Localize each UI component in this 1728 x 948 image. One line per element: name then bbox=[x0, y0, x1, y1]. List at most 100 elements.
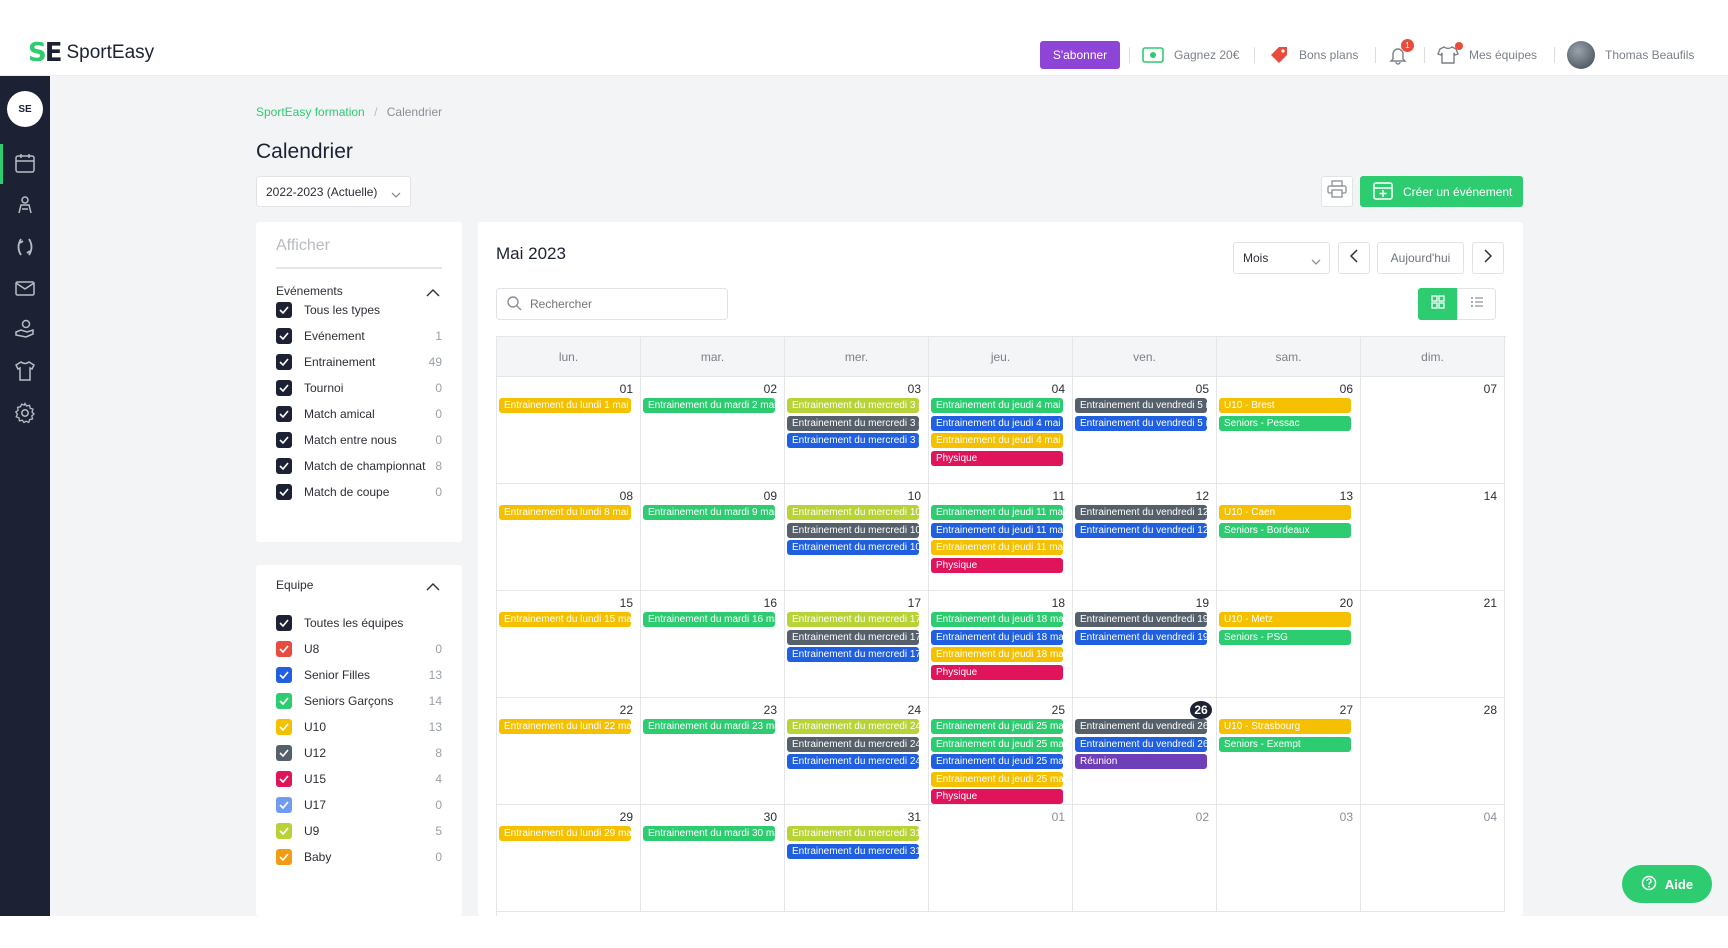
day-cell[interactable]: 17 Entrainement du mercredi 17 mai Entrain… bbox=[785, 591, 929, 698]
day-cell[interactable]: 02 Entrainement du mardi 2 mai bbox=[641, 377, 785, 484]
event-chip[interactable]: Physique bbox=[931, 664, 1063, 680]
view-mode-select[interactable]: Mois bbox=[1233, 242, 1330, 274]
day-cell[interactable]: 02 bbox=[1073, 805, 1217, 912]
event-chip[interactable]: Entrainement du mercredi 24 mai bbox=[787, 736, 919, 752]
list-view-toggle[interactable] bbox=[1457, 288, 1496, 320]
checkbox-checked-icon[interactable] bbox=[276, 641, 292, 657]
event-chip[interactable]: Entrainement du mardi 23 mai bbox=[643, 719, 775, 734]
checkbox-checked-icon[interactable] bbox=[276, 693, 292, 709]
calendar-icon[interactable] bbox=[13, 151, 37, 175]
breadcrumb-root-link[interactable]: SportEasy formation bbox=[256, 105, 365, 119]
day-cell[interactable]: 19 Entrainement du vendredi 19 mai Entrain… bbox=[1073, 591, 1217, 698]
event-chip[interactable]: Entrainement du mercredi 17 mai bbox=[787, 647, 919, 662]
event-chip[interactable]: Entrainement du mercredi 3 mai bbox=[787, 415, 919, 431]
day-cell[interactable]: 11 Entrainement du jeudi 11 mai Entraineme… bbox=[929, 484, 1073, 591]
event-chip[interactable]: Entrainement du jeudi 4 mai bbox=[931, 415, 1063, 431]
event-type-filter[interactable]: Tous les types bbox=[276, 300, 442, 320]
checkbox-checked-icon[interactable] bbox=[276, 354, 292, 370]
checkbox-checked-icon[interactable] bbox=[276, 823, 292, 839]
event-search[interactable] bbox=[496, 288, 728, 320]
event-chip[interactable]: Entrainement du mercredi 31 mai bbox=[787, 826, 919, 841]
event-chip[interactable]: Entrainement du mercredi 10 mai bbox=[787, 540, 919, 555]
event-chip[interactable]: Seniors - PSG bbox=[1219, 629, 1351, 645]
event-chip[interactable]: Entrainement du jeudi 18 mai bbox=[931, 612, 1063, 627]
checkbox-checked-icon[interactable] bbox=[276, 458, 292, 474]
checkbox-checked-icon[interactable] bbox=[276, 719, 292, 735]
day-cell[interactable]: 29 Entrainement du lundi 29 mai bbox=[497, 805, 641, 912]
my-teams-link[interactable]: Mes équipes bbox=[1437, 41, 1537, 69]
checkbox-checked-icon[interactable] bbox=[276, 771, 292, 787]
event-type-filter[interactable]: Match de championnat 8 bbox=[276, 456, 442, 476]
day-cell[interactable]: 04 Entrainement du jeudi 4 mai Entrainemen… bbox=[929, 377, 1073, 484]
event-chip[interactable]: Entrainement du mardi 9 mai bbox=[643, 505, 775, 520]
event-chip[interactable]: Entrainement du jeudi 25 mai bbox=[931, 736, 1063, 752]
event-chip[interactable]: Entrainement du vendredi 5 mai bbox=[1075, 415, 1207, 431]
event-chip[interactable]: Entrainement du mercredi 3 mai bbox=[787, 398, 919, 413]
event-chip[interactable]: Entrainement du jeudi 25 mai bbox=[931, 771, 1063, 787]
event-chip[interactable]: Entrainement du jeudi 11 mai bbox=[931, 505, 1063, 520]
event-chip[interactable]: Entrainement du mercredi 24 mai bbox=[787, 754, 919, 769]
event-chip[interactable]: Entrainement du jeudi 4 mai bbox=[931, 398, 1063, 413]
day-cell[interactable]: 07 bbox=[1361, 377, 1505, 484]
event-chip[interactable]: Entrainement du mardi 16 mai bbox=[643, 612, 775, 627]
event-chip[interactable]: Entrainement du vendredi 19 mai bbox=[1075, 629, 1207, 645]
day-cell[interactable]: 03 bbox=[1217, 805, 1361, 912]
search-input[interactable] bbox=[530, 297, 720, 311]
day-cell[interactable]: 15 Entrainement du lundi 15 mai bbox=[497, 591, 641, 698]
checkbox-checked-icon[interactable] bbox=[276, 745, 292, 761]
checkbox-checked-icon[interactable] bbox=[276, 302, 292, 318]
team-filter[interactable]: Toutes les équipes bbox=[276, 613, 442, 633]
day-cell[interactable]: 25 Entrainement du jeudi 25 mai Entraineme… bbox=[929, 698, 1073, 805]
event-chip[interactable]: Entrainement du mardi 30 mai bbox=[643, 826, 775, 841]
event-chip[interactable]: U10 - Metz bbox=[1219, 612, 1351, 627]
event-type-filter[interactable]: Evénement 1 bbox=[276, 326, 442, 346]
day-cell[interactable]: 01 bbox=[929, 805, 1073, 912]
today-button[interactable]: Aujourd'hui bbox=[1377, 242, 1464, 274]
event-chip[interactable]: Entrainement du vendredi 12 mai bbox=[1075, 505, 1207, 520]
previous-month-button[interactable] bbox=[1338, 242, 1370, 274]
event-chip[interactable]: Entrainement du mercredi 24 mai bbox=[787, 719, 919, 734]
day-cell[interactable]: 03 Entrainement du mercredi 3 mai Entraine… bbox=[785, 377, 929, 484]
team-filter[interactable]: U17 0 bbox=[276, 795, 442, 815]
event-type-filter[interactable]: Match de coupe 0 bbox=[276, 482, 442, 502]
event-chip[interactable]: Seniors - Exempt bbox=[1219, 736, 1351, 752]
checkbox-checked-icon[interactable] bbox=[276, 667, 292, 683]
day-cell[interactable]: 05 Entrainement du vendredi 5 mai Entraine… bbox=[1073, 377, 1217, 484]
checkbox-checked-icon[interactable] bbox=[276, 849, 292, 865]
event-chip[interactable]: U10 - Strasbourg bbox=[1219, 719, 1351, 734]
event-chip[interactable]: Entrainement du lundi 15 mai bbox=[499, 612, 631, 627]
team-filter[interactable]: U8 0 bbox=[276, 639, 442, 659]
team-filter[interactable]: Senior Filles 13 bbox=[276, 665, 442, 685]
tactics-icon[interactable] bbox=[13, 235, 37, 259]
event-chip[interactable]: Entrainement du mercredi 31 mai bbox=[787, 843, 919, 859]
finance-icon[interactable] bbox=[13, 317, 37, 341]
checkbox-checked-icon[interactable] bbox=[276, 406, 292, 422]
team-filter[interactable]: U12 8 bbox=[276, 743, 442, 763]
day-cell[interactable]: 10 Entrainement du mercredi 10 mai Entrain… bbox=[785, 484, 929, 591]
event-chip[interactable]: Entrainement du lundi 29 mai bbox=[499, 826, 631, 841]
grid-view-toggle[interactable] bbox=[1418, 288, 1457, 320]
event-chip[interactable]: U10 - Caen bbox=[1219, 505, 1351, 520]
checkbox-checked-icon[interactable] bbox=[276, 432, 292, 448]
day-cell[interactable]: 31 Entrainement du mercredi 31 mai Entrain… bbox=[785, 805, 929, 912]
checkbox-checked-icon[interactable] bbox=[276, 615, 292, 631]
checkbox-checked-icon[interactable] bbox=[276, 484, 292, 500]
day-cell[interactable]: 01 Entrainement du lundi 1 mai bbox=[497, 377, 641, 484]
day-cell[interactable]: 21 bbox=[1361, 591, 1505, 698]
notifications-button[interactable]: 1 bbox=[1388, 39, 1414, 69]
day-cell[interactable]: 23 Entrainement du mardi 23 mai bbox=[641, 698, 785, 805]
day-cell[interactable]: 14 bbox=[1361, 484, 1505, 591]
event-chip[interactable]: Entrainement du mercredi 17 mai bbox=[787, 629, 919, 645]
day-cell[interactable]: 06 U10 - Brest Seniors - Pessac bbox=[1217, 377, 1361, 484]
event-chip[interactable]: Entrainement du jeudi 18 mai bbox=[931, 647, 1063, 662]
day-cell[interactable]: 26Entrainement du vendredi 26 maiEntrain… bbox=[1073, 698, 1217, 805]
day-cell[interactable]: 13 U10 - Caen Seniors - Bordeaux bbox=[1217, 484, 1361, 591]
team-members-icon[interactable] bbox=[13, 193, 37, 217]
event-chip[interactable]: Entrainement du vendredi 5 mai bbox=[1075, 398, 1207, 413]
team-filter[interactable]: Seniors Garçons 14 bbox=[276, 691, 442, 711]
day-cell[interactable]: 12 Entrainement du vendredi 12 mai Entrain… bbox=[1073, 484, 1217, 591]
event-chip[interactable]: Entrainement du jeudi 11 mai bbox=[931, 540, 1063, 555]
event-type-filter[interactable]: Match entre nous 0 bbox=[276, 430, 442, 450]
season-select[interactable]: 2022-2023 (Actuelle) bbox=[256, 176, 411, 207]
day-cell[interactable]: 16 Entrainement du mardi 16 mai bbox=[641, 591, 785, 698]
